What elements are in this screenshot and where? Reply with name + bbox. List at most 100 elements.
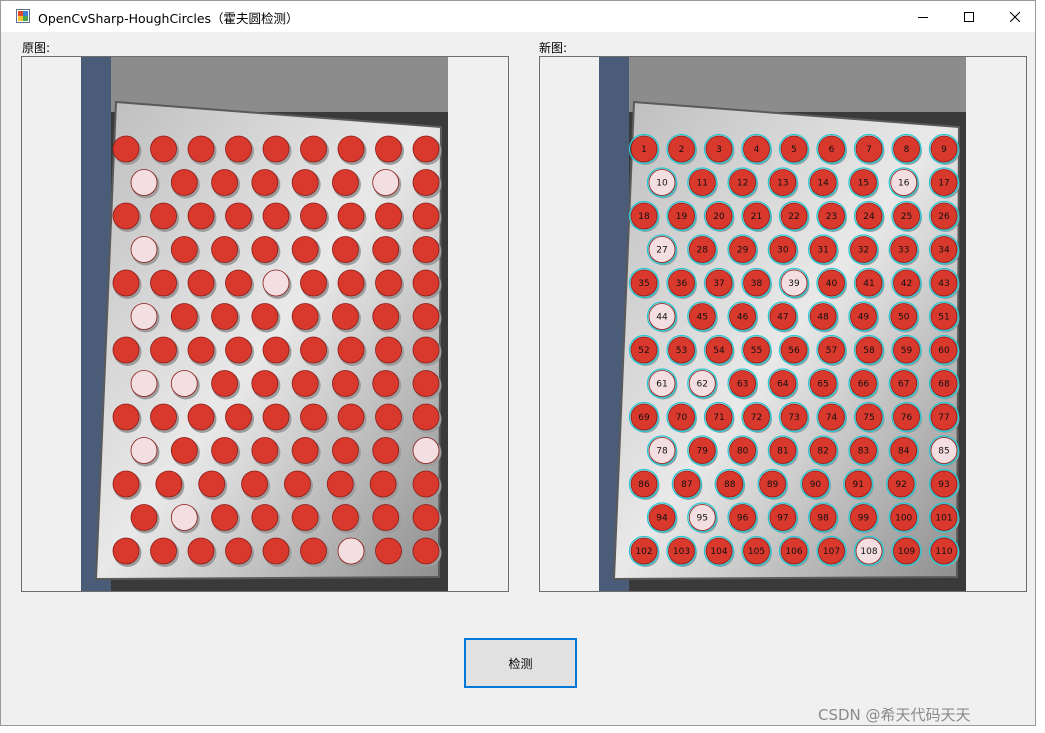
circle-index-label: 81 xyxy=(777,447,788,457)
original-picture-box xyxy=(21,56,509,592)
minimize-icon xyxy=(918,16,928,18)
bottle-cap xyxy=(300,202,327,230)
circle-index-label: 70 xyxy=(676,413,688,423)
bottle-cap xyxy=(170,236,198,263)
bottle-cap xyxy=(291,303,319,330)
circle-index-label: 90 xyxy=(810,480,822,490)
bottle-cap xyxy=(130,437,158,464)
circle-index-label: 73 xyxy=(788,413,799,423)
bottle-cap xyxy=(130,169,158,196)
bottle-cap xyxy=(130,303,158,330)
bottle-cap xyxy=(372,303,400,330)
bottle-cap xyxy=(332,169,359,196)
bottle-cap xyxy=(187,537,215,565)
circle-index-label: 40 xyxy=(826,279,838,289)
bottle-cap xyxy=(337,135,365,163)
bottle-cap xyxy=(241,470,268,498)
circle-index-label: 67 xyxy=(898,380,909,390)
circle-index-label: 104 xyxy=(710,547,727,557)
circle-index-label: 89 xyxy=(767,480,779,490)
circle-index-label: 75 xyxy=(863,413,874,423)
bottle-cap xyxy=(291,504,319,531)
circle-index-label: 91 xyxy=(853,480,864,490)
circle-index-label: 54 xyxy=(713,346,725,356)
bottle-cap xyxy=(225,269,252,297)
result-image-label: 新图: xyxy=(539,41,568,55)
circle-index-label: 25 xyxy=(901,212,912,222)
bottle-cap xyxy=(412,470,440,498)
circle-index-label: 38 xyxy=(751,279,763,289)
bottle-cap xyxy=(375,336,402,364)
circle-index-label: 31 xyxy=(817,246,828,256)
circle-index-label: 59 xyxy=(901,346,913,356)
circle-index-label: 72 xyxy=(751,413,762,423)
bottle-cap xyxy=(412,370,440,397)
circle-index-label: 99 xyxy=(858,514,870,524)
circle-index-label: 21 xyxy=(751,212,762,222)
circle-index-label: 87 xyxy=(681,480,692,490)
circle-index-label: 61 xyxy=(656,380,667,390)
circle-index-label: 33 xyxy=(898,246,909,256)
bottle-cap xyxy=(337,537,365,565)
circle-index-label: 46 xyxy=(737,313,749,323)
bottle-cap xyxy=(251,236,279,263)
bottle-cap xyxy=(412,236,440,263)
circle-index-label: 97 xyxy=(777,514,788,524)
maximize-button[interactable] xyxy=(946,1,992,32)
circle-index-label: 69 xyxy=(638,413,650,423)
detect-button[interactable]: 检测 xyxy=(464,638,577,688)
bottle-cap xyxy=(337,202,365,230)
circle-index-label: 2 xyxy=(679,145,685,155)
bottle-cap xyxy=(412,303,440,330)
bottle-cap xyxy=(262,135,290,163)
bottle-cap xyxy=(372,437,400,464)
bottle-cap xyxy=(412,437,440,464)
close-button[interactable] xyxy=(992,1,1038,32)
bottle-cap xyxy=(262,537,290,565)
bottle-cap xyxy=(372,169,400,196)
bottle-cap xyxy=(332,236,359,263)
result-picture-box: 1 2 3 4 5 6 7 8 9 10 11 12 13 14 15 16 17 18 19 20 21 22 23 24 2… xyxy=(539,56,1027,592)
bottle-cap xyxy=(187,135,215,163)
circle-index-label: 80 xyxy=(737,447,749,457)
bottle-cap xyxy=(326,470,354,498)
circle-index-label: 13 xyxy=(777,179,788,189)
circle-index-label: 64 xyxy=(777,380,789,390)
circle-index-label: 84 xyxy=(898,447,910,457)
circle-index-label: 66 xyxy=(858,380,870,390)
title-bar[interactable]: OpenCvSharp-HoughCircles（霍夫圆检测） xyxy=(1,1,1035,32)
bottle-cap xyxy=(130,504,158,531)
bottle-cap xyxy=(170,370,198,397)
circle-index-label: 92 xyxy=(895,480,906,490)
bottle-cap xyxy=(112,470,140,498)
bottle-cap xyxy=(412,202,440,230)
circle-index-label: 102 xyxy=(635,547,652,557)
bottle-cap xyxy=(187,336,215,364)
circle-index-label: 100 xyxy=(895,514,912,524)
main-window: OpenCvSharp-HoughCircles（霍夫圆检测） 原图: 新图: … xyxy=(0,0,1036,726)
bottle-cap xyxy=(284,470,311,498)
circle-index-label: 94 xyxy=(656,514,668,524)
bottle-cap xyxy=(291,169,319,196)
bottle-cap xyxy=(150,537,177,565)
circle-index-label: 42 xyxy=(901,279,912,289)
circle-index-label: 52 xyxy=(638,346,649,356)
circle-index-label: 36 xyxy=(676,279,688,289)
bottle-cap xyxy=(337,336,365,364)
bottle-cap xyxy=(412,269,440,297)
circle-index-label: 85 xyxy=(938,447,949,457)
bottle-cap xyxy=(170,303,198,330)
circle-index-label: 110 xyxy=(935,547,952,557)
circle-index-label: 107 xyxy=(823,547,840,557)
circle-index-label: 35 xyxy=(638,279,649,289)
bottle-cap xyxy=(225,202,252,230)
bottle-cap xyxy=(170,437,198,464)
circle-index-label: 1 xyxy=(641,145,647,155)
bottle-cap xyxy=(291,437,319,464)
bottle-cap xyxy=(332,437,359,464)
app-icon xyxy=(16,9,30,23)
circle-index-label: 93 xyxy=(938,480,949,490)
bottle-cap xyxy=(332,504,359,531)
circle-index-label: 26 xyxy=(938,212,950,222)
minimize-button[interactable] xyxy=(900,1,946,32)
